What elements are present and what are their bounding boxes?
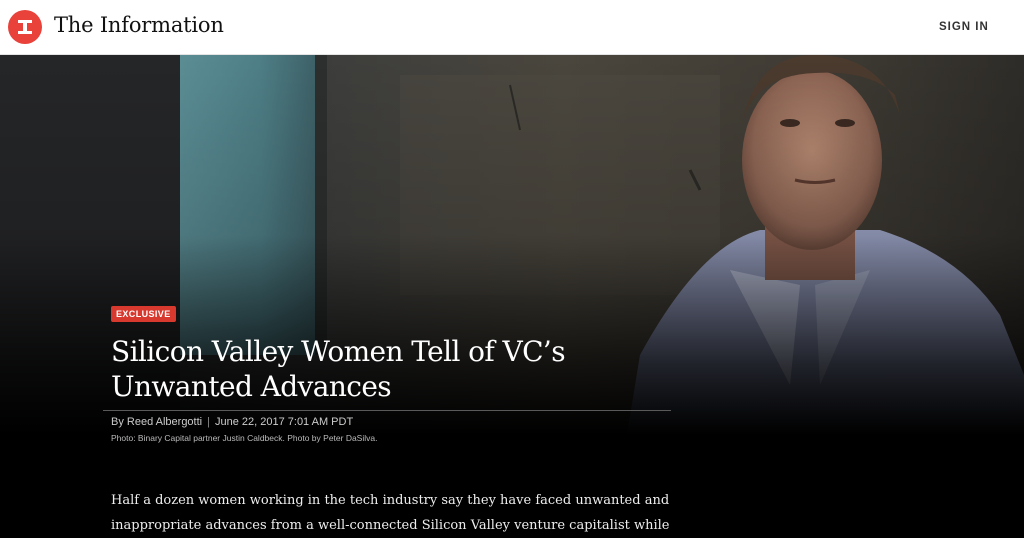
article-body-lines: Half a dozen women working in the tech i…: [111, 488, 670, 538]
site-title[interactable]: The Information: [54, 13, 224, 37]
byline: By Reed Albergotti | June 22, 2017 7:01 AM…: [111, 416, 671, 428]
information-logo-icon[interactable]: [8, 10, 42, 44]
divider: [103, 410, 671, 411]
site-header: The Information SIGN IN: [0, 0, 1024, 55]
hero-gradient-overlay: [0, 55, 1024, 538]
article-headline: Silicon Valley Women Tell of VC’s Unwant…: [111, 335, 566, 403]
hero-section: EXCLUSIVE Silicon Valley Women Tell of V…: [0, 55, 1024, 538]
byline-separator: |: [207, 416, 210, 428]
body-line: Half a dozen women working in the tech i…: [111, 493, 670, 508]
byline-date: June 22, 2017 7:01 AM PDT: [214, 416, 354, 428]
exclusive-badge: EXCLUSIVE: [111, 306, 176, 322]
body-line: inappropriate advances from a well-conne…: [111, 518, 670, 533]
article-header: EXCLUSIVE Silicon Valley Women Tell of V…: [111, 304, 671, 443]
sign-in-link[interactable]: SIGN IN: [939, 21, 989, 33]
photo-caption: Photo: Binary Capital partner Justin Cal…: [111, 433, 378, 443]
byline-author[interactable]: By Reed Albergotti: [111, 416, 202, 428]
